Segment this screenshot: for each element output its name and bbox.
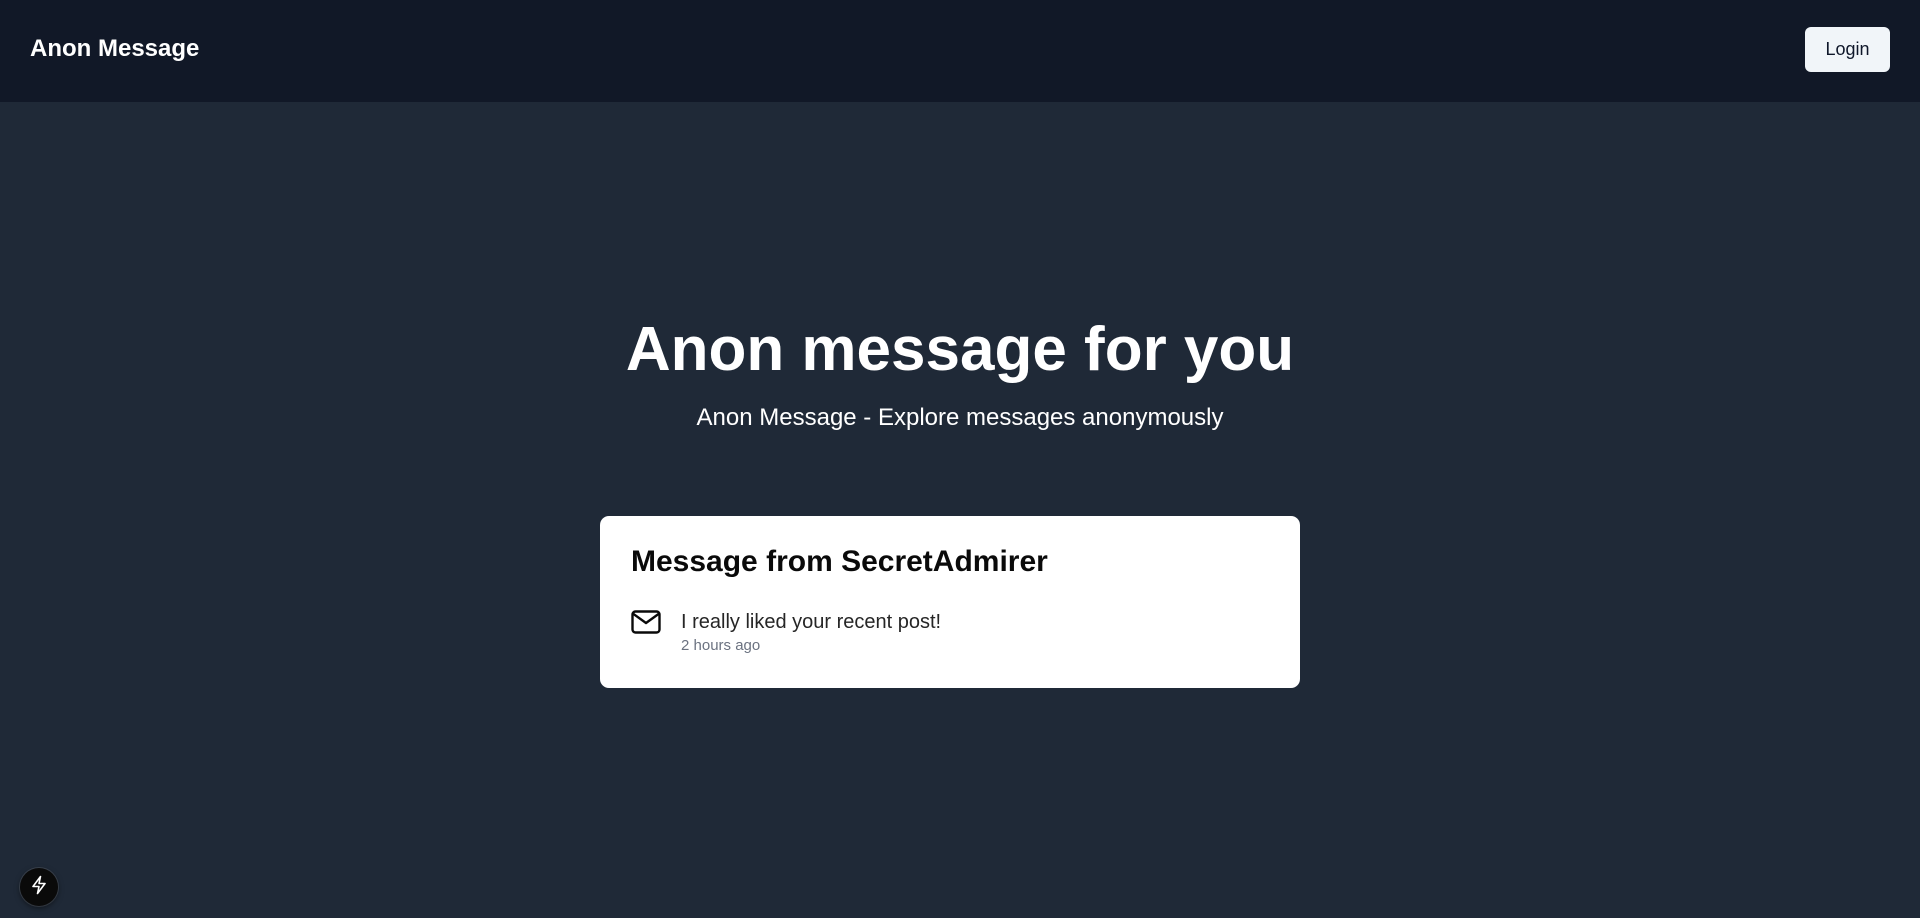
hero-subtitle: Anon Message - Explore messages anonymou… — [696, 404, 1224, 431]
brand-link[interactable]: Anon Message — [30, 34, 199, 64]
login-button[interactable]: Login — [1805, 27, 1890, 72]
navbar: Anon Message Login — [0, 0, 1920, 102]
mail-icon — [631, 609, 661, 635]
hero-title: Anon message for you — [625, 315, 1295, 384]
message-text: I really liked your recent post! — [681, 611, 942, 633]
dev-indicator-button[interactable] — [20, 868, 58, 906]
message-timestamp: 2 hours ago — [681, 637, 761, 654]
message-card: Message from SecretAdmirer I really like… — [600, 516, 1300, 688]
lightning-icon — [30, 875, 48, 900]
message-card-title: Message from SecretAdmirer — [631, 545, 1048, 578]
